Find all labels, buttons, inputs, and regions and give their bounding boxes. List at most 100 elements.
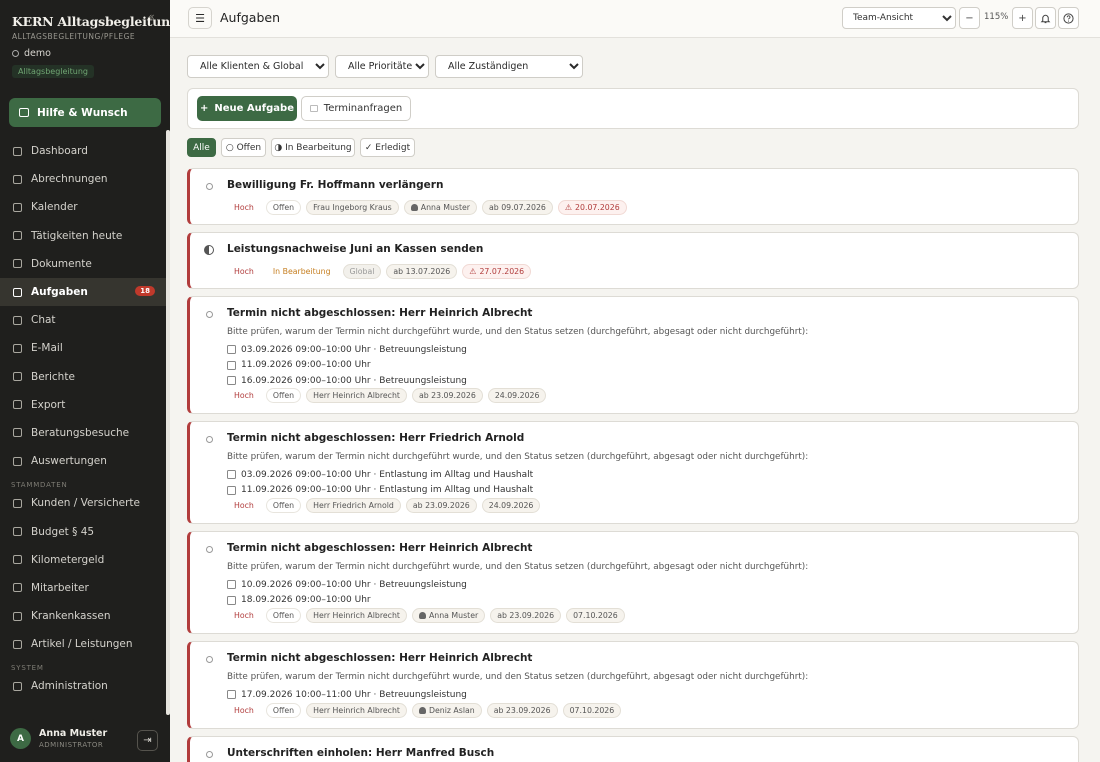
task-meta: Hoch Offen Herr Heinrich Albrecht Anna M… <box>227 608 625 623</box>
sidebar-item-abrechnungen[interactable]: Abrechnungen <box>0 165 170 193</box>
task-meta: Hoch Offen Herr Heinrich Albrecht Deniz … <box>227 703 622 718</box>
sidebar-item-krankenkassen[interactable]: Krankenkassen <box>0 602 170 630</box>
status-open-icon[interactable] <box>206 311 213 318</box>
sidebar-item-label: Dashboard <box>31 145 88 158</box>
logout-button[interactable]: ⇥ <box>137 730 158 751</box>
checklist-item-label: 10.09.2026 09:00–10:00 Uhr · Betreuungsl… <box>241 579 467 590</box>
view-select[interactable]: Team-Ansicht <box>842 7 956 29</box>
status-open-icon[interactable] <box>206 183 213 190</box>
sidebar-item-mitarbeiter[interactable]: Mitarbeiter <box>0 574 170 602</box>
assignee-filter[interactable]: Alle Zuständigen <box>435 55 583 78</box>
sidebar-item-label: Export <box>31 398 66 411</box>
calendar-icon <box>13 202 22 212</box>
notifications-button[interactable] <box>1035 7 1056 29</box>
checklist-item[interactable]: 03.09.2026 09:00–10:00 Uhr · Betreuungsl… <box>227 342 467 358</box>
checkbox[interactable] <box>227 470 236 480</box>
checkbox[interactable] <box>227 595 236 605</box>
status-open-icon[interactable] <box>206 546 213 553</box>
sidebar-item-chat[interactable]: Chat <box>0 306 170 334</box>
new-task-button[interactable]: + Neue Aufgabe <box>197 96 297 121</box>
sidebar-item-label: Beratungsbesuche <box>31 426 130 439</box>
help-button[interactable] <box>1058 7 1079 29</box>
start-date-chip: ab 23.09.2026 <box>405 498 477 513</box>
assignee-chip: Anna Muster <box>411 608 486 623</box>
avatar: A <box>10 728 31 749</box>
tab-done[interactable]: ✓ Erledigt <box>360 138 415 157</box>
sidebar-item-label: Kalender <box>31 201 78 214</box>
appointment-requests-button[interactable]: Terminanfragen <box>301 96 411 121</box>
checklist-item[interactable]: 10.09.2026 09:00–10:00 Uhr · Betreuungsl… <box>227 577 467 593</box>
client-chip: Herr Friedrich Arnold <box>306 498 401 513</box>
status-open-icon[interactable] <box>206 656 213 663</box>
wallet-icon <box>13 527 22 537</box>
sidebar-item-label: Auswertungen <box>31 455 107 468</box>
priority-chip: Hoch <box>227 388 261 403</box>
checklist-item[interactable]: 17.09.2026 10:00–11:00 Uhr · Betreuungsl… <box>227 687 467 703</box>
sidebar-item-label: Dokumente <box>31 257 92 270</box>
sidebar-item-berichte[interactable]: Berichte <box>0 363 170 391</box>
dashboard-icon <box>13 146 22 156</box>
pie-chart-icon <box>13 456 22 466</box>
start-date-chip: ab 23.09.2026 <box>411 388 483 403</box>
checkbox[interactable] <box>227 485 236 495</box>
task-card[interactable]: Bewilligung Fr. Hoffmann verlängern Hoch… <box>187 168 1079 225</box>
sidebar-item-dokumente[interactable]: Dokumente <box>0 250 170 278</box>
users-icon <box>13 583 22 593</box>
zoom-in-button[interactable]: + <box>1012 7 1033 29</box>
zoom-out-button[interactable]: − <box>959 7 980 29</box>
task-card[interactable]: Termin nicht abgeschlossen: Herr Friedri… <box>187 421 1079 524</box>
checklist-item[interactable]: 16.09.2026 09:00–10:00 Uhr · Betreuungsl… <box>227 373 467 389</box>
task-card[interactable]: Termin nicht abgeschlossen: Herr Heinric… <box>187 531 1079 634</box>
sidebar-item-kunden[interactable]: Kunden / Versicherte <box>0 489 170 517</box>
sidebar-item-taetigkeiten-heute[interactable]: Tätigkeiten heute <box>0 222 170 250</box>
task-card[interactable]: Unterschriften einholen: Herr Manfred Bu… <box>187 736 1079 762</box>
checklist-item[interactable]: 11.09.2026 09:00–10:00 Uhr <box>227 358 467 374</box>
status-in-progress-icon[interactable] <box>204 245 214 255</box>
menu-toggle-button[interactable]: ☰ <box>188 7 212 29</box>
checklist-item-label: 17.09.2026 10:00–11:00 Uhr · Betreuungsl… <box>241 689 467 700</box>
warning-icon: ⚠ <box>564 203 573 212</box>
tenant-selector[interactable]: demo <box>12 48 51 59</box>
checkbox[interactable] <box>227 376 236 386</box>
checkbox[interactable] <box>227 360 236 370</box>
sidebar-item-export[interactable]: Export <box>0 391 170 419</box>
task-card[interactable]: Termin nicht abgeschlossen: Herr Heinric… <box>187 641 1079 729</box>
task-title: Bewilligung Fr. Hoffmann verlängern <box>227 179 444 191</box>
sidebar-item-email[interactable]: E-Mail <box>0 334 170 362</box>
checkbox[interactable] <box>227 690 236 700</box>
status-open-icon[interactable] <box>206 436 213 443</box>
sidebar-item-auswertungen[interactable]: Auswertungen <box>0 447 170 475</box>
checkbox[interactable] <box>227 580 236 590</box>
priority-filter[interactable]: Alle Prioritäten <box>335 55 429 78</box>
status-open-icon[interactable] <box>206 751 213 758</box>
tab-in-progress[interactable]: ◑ In Bearbeitung <box>271 138 355 157</box>
action-bar: + Neue Aufgabe Terminanfragen <box>187 88 1079 129</box>
sidebar-item-aufgaben[interactable]: Aufgaben 18 <box>0 277 170 307</box>
sidebar-item-label: Tätigkeiten heute <box>31 229 123 242</box>
tab-open[interactable]: ○ Offen <box>221 138 266 157</box>
checkbox[interactable] <box>227 345 236 355</box>
sidebar-item-kilometergeld[interactable]: Kilometergeld <box>0 546 170 574</box>
collapse-sidebar-icon[interactable]: « <box>148 10 155 23</box>
checklist: 03.09.2026 09:00–10:00 Uhr · Entlastung … <box>227 467 533 498</box>
sidebar-item-beratungsbesuche[interactable]: Beratungsbesuche <box>0 419 170 447</box>
task-card[interactable]: Termin nicht abgeschlossen: Herr Heinric… <box>187 296 1079 414</box>
user-profile[interactable]: A Anna Muster ADMINISTRATOR <box>10 728 107 749</box>
sidebar-item-administration[interactable]: Administration <box>0 672 170 700</box>
checklist-item[interactable]: 11.09.2026 09:00–10:00 Uhr · Entlastung … <box>227 483 533 499</box>
tab-all[interactable]: Alle <box>187 138 216 157</box>
sidebar-item-budget[interactable]: Budget § 45 <box>0 517 170 545</box>
checklist-item[interactable]: 18.09.2026 09:00–10:00 Uhr <box>227 593 467 609</box>
home-icon <box>12 50 19 57</box>
checklist-item[interactable]: 03.09.2026 09:00–10:00 Uhr · Entlastung … <box>227 467 533 483</box>
sidebar-item-artikel[interactable]: Artikel / Leistungen <box>0 630 170 658</box>
help-wish-button[interactable]: Hilfe & Wunsch <box>9 98 161 127</box>
sidebar-item-label: Abrechnungen <box>31 173 108 186</box>
status-chip: Offen <box>265 200 302 215</box>
task-card[interactable]: Leistungsnachweise Juni an Kassen senden… <box>187 232 1079 289</box>
task-title: Leistungsnachweise Juni an Kassen senden <box>227 243 484 255</box>
sidebar-item-dashboard[interactable]: Dashboard <box>0 137 170 165</box>
sidebar-item-kalender[interactable]: Kalender <box>0 193 170 221</box>
client-filter[interactable]: Alle Klienten & Global <box>187 55 329 78</box>
user-role: ADMINISTRATOR <box>39 741 104 749</box>
